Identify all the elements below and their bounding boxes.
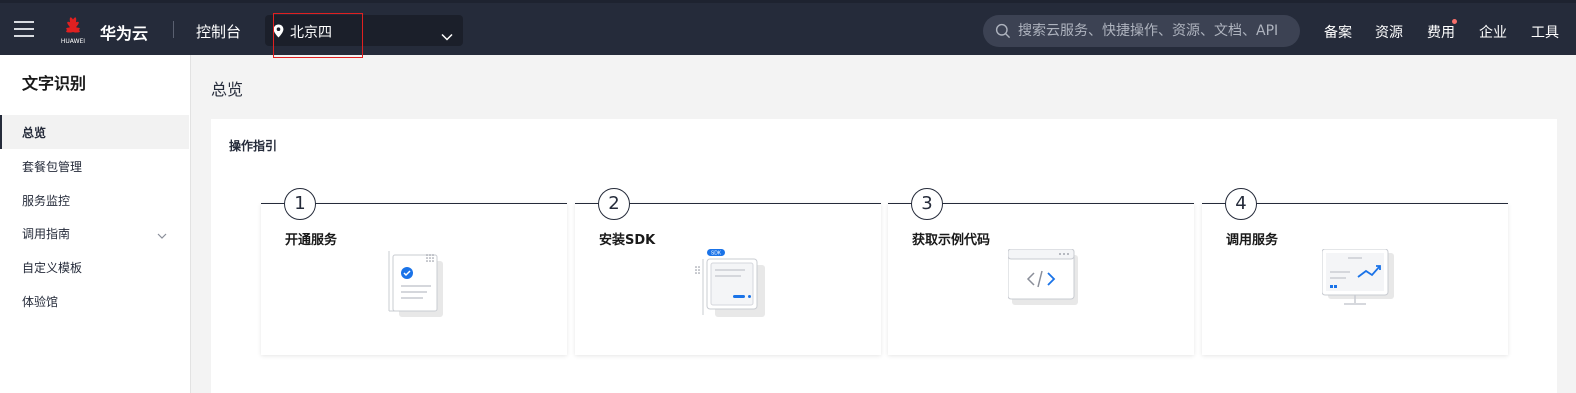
sidebar-item-service-monitoring[interactable]: 服务监控 (0, 183, 189, 217)
code-window-icon (1007, 248, 1080, 311)
console-link[interactable]: 控制台 (196, 21, 241, 42)
step-number: 3 (911, 188, 943, 220)
sidebar-title: 文字识别 (22, 74, 87, 93)
step-card-install-sdk[interactable]: 2 安装SDK SDK (575, 188, 881, 355)
step-card-call-service[interactable]: 4 调用服务 (1202, 188, 1508, 355)
nav-resources-link[interactable]: 资源 (1375, 22, 1403, 42)
step-title: 获取示例代码 (912, 233, 991, 248)
divider (173, 21, 174, 38)
global-search[interactable] (983, 15, 1300, 47)
sdk-package-icon: SDK (693, 249, 767, 325)
page-title: 总览 (211, 80, 244, 99)
document-check-icon (383, 249, 453, 325)
top-strip (0, 0, 1576, 3)
step-card-enable-service[interactable]: 1 开通服务 (261, 188, 567, 355)
step-number: 1 (284, 188, 316, 220)
sidebar-item-package-management[interactable]: 套餐包管理 (0, 149, 189, 183)
chevron-down-icon (157, 228, 167, 242)
sidebar-item-custom-template[interactable]: 自定义模板 (0, 250, 189, 284)
svg-text:SDK: SDK (711, 251, 722, 257)
top-navigation-bar: HUAWEI 华为云 控制台 北京四 备案 资源 费用 企业 工具 (0, 0, 1576, 58)
logo-text: HUAWEI (60, 38, 86, 45)
step-card-get-sample-code[interactable]: 3 获取示例代码 (888, 188, 1194, 355)
sidebar-item-label: 总览 (22, 126, 47, 140)
sidebar-item-experience-hall[interactable]: 体验馆 (0, 284, 189, 318)
nav-enterprise-link[interactable]: 企业 (1479, 22, 1507, 42)
search-input[interactable] (1018, 21, 1288, 41)
step-title: 调用服务 (1226, 233, 1279, 248)
sidebar-item-call-guide[interactable]: 调用指南 (0, 216, 189, 250)
nav-beian-link[interactable]: 备案 (1324, 22, 1352, 42)
sidebar-item-label: 服务监控 (22, 194, 71, 208)
sidebar-item-overview[interactable]: 总览 (0, 115, 189, 149)
nav-billing-link[interactable]: 费用 (1427, 22, 1455, 42)
highlight-annotation-box (273, 13, 363, 58)
nav-tools-link[interactable]: 工具 (1531, 22, 1559, 42)
sidebar-item-label: 自定义模板 (22, 261, 83, 275)
sidebar-item-label: 套餐包管理 (22, 160, 83, 174)
step-title: 安装SDK (599, 233, 656, 248)
panel-title: 操作指引 (229, 139, 278, 153)
search-icon (995, 23, 1011, 43)
step-number: 2 (598, 188, 630, 220)
step-number: 4 (1225, 188, 1257, 220)
sidebar: 文字识别 总览 套餐包管理 服务监控 调用指南 自定义模板 体验馆 (0, 55, 191, 393)
chevron-down-icon (441, 26, 453, 45)
sidebar-item-label: 体验馆 (22, 295, 59, 309)
notification-dot (1452, 19, 1457, 24)
menu-hamburger-icon[interactable] (14, 21, 34, 37)
operation-guide-panel: 操作指引 1 开通服务 2 安装SDK SDK 3 获取示例代码 4 调用服务 (211, 119, 1557, 393)
step-title: 开通服务 (285, 233, 338, 248)
brand-name[interactable]: 华为云 (100, 20, 148, 44)
monitor-chart-icon (1321, 248, 1396, 315)
sidebar-item-label: 调用指南 (22, 227, 71, 241)
